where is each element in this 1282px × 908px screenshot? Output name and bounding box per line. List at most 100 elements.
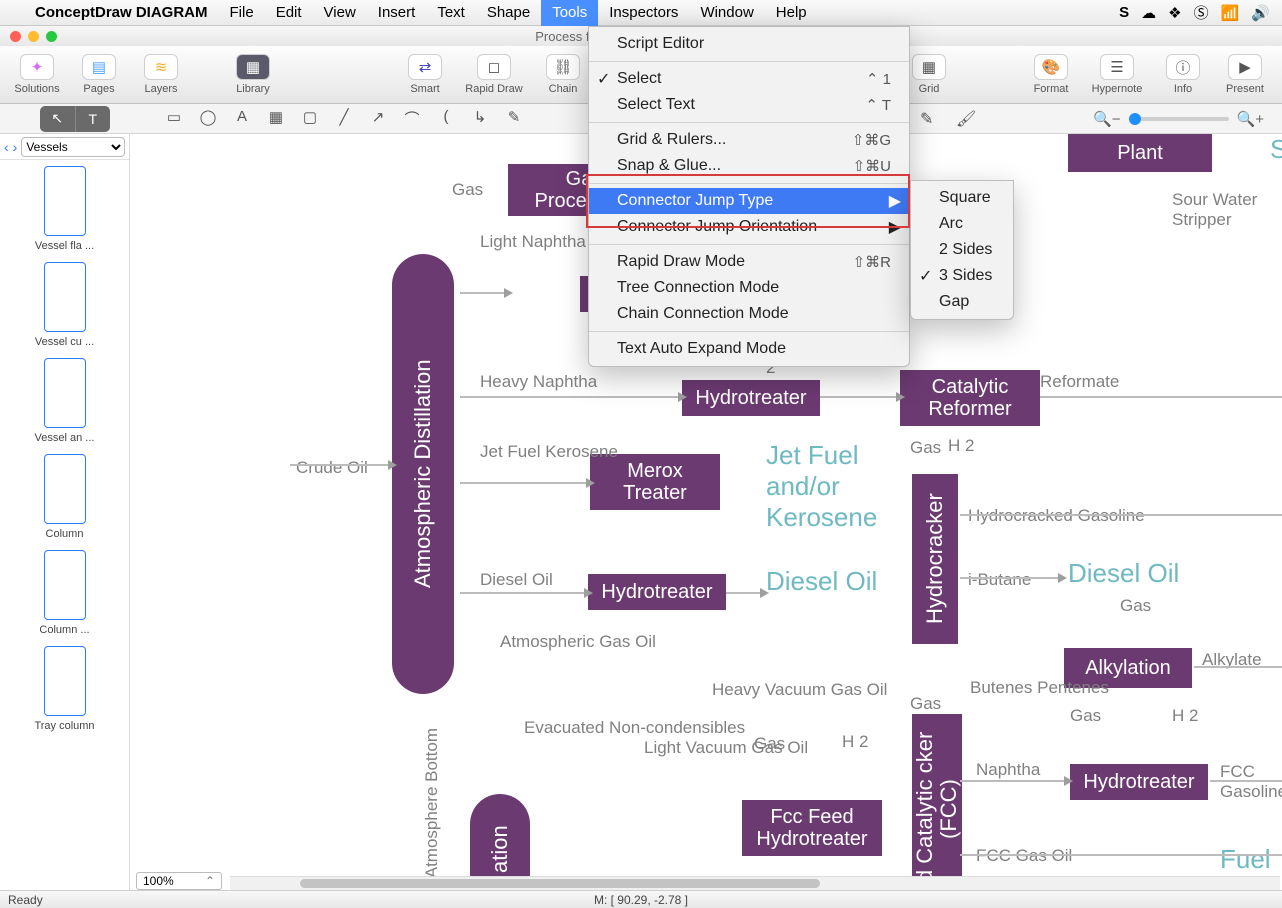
zoom-icon[interactable]: [46, 31, 57, 42]
submenu-item[interactable]: 2 Sides: [911, 237, 1013, 263]
wifi-icon[interactable]: 📶: [1221, 4, 1240, 22]
zoom-in-icon[interactable]: 🔍+: [1237, 110, 1264, 128]
menu-tools[interactable]: Tools: [541, 0, 598, 26]
menu-shape[interactable]: Shape: [476, 0, 541, 26]
hypernote-button[interactable]: ☰Hypernote: [1082, 49, 1152, 101]
rapiddraw-button[interactable]: ◻Rapid Draw: [456, 49, 532, 101]
chain-button[interactable]: ⛓Chain: [532, 49, 594, 101]
pen-tool[interactable]: ✎: [504, 108, 524, 129]
menu-item[interactable]: Snap & Glue...⇧⌘U: [589, 153, 909, 179]
diagram-label: Gas: [910, 438, 941, 458]
menu-item[interactable]: Connector Jump Type▶: [589, 188, 909, 214]
arc-tool[interactable]: (: [436, 108, 456, 129]
shape-library-item[interactable]: Vessel cu ...: [4, 262, 125, 348]
arrow-tool[interactable]: ↗: [368, 108, 388, 129]
diagram-block-hydrocr[interactable]: Hydrocracker: [912, 474, 958, 644]
shape-library-item[interactable]: Column ...: [4, 550, 125, 636]
cloud-icon[interactable]: ☁: [1141, 4, 1156, 22]
eyedropper-icon[interactable]: ✎: [920, 109, 933, 129]
menu-item[interactable]: Grid & Rulers...⇧⌘G: [589, 127, 909, 153]
lib-next-icon[interactable]: ›: [13, 139, 18, 155]
horizontal-scrollbar[interactable]: [230, 876, 1280, 890]
ellipse-tool[interactable]: ◯: [198, 108, 218, 129]
smart-button[interactable]: ⇄Smart: [394, 49, 456, 101]
shape-library-item[interactable]: Column: [4, 454, 125, 540]
curve-tool[interactable]: ⌒: [402, 108, 422, 129]
diagram-label: Naphtha: [976, 760, 1040, 780]
app-name[interactable]: ConceptDraw DIAGRAM: [24, 0, 219, 26]
diagram-block-hydro4[interactable]: Hydrotreater: [1070, 764, 1208, 800]
connector-tool[interactable]: ↳: [470, 108, 490, 129]
shape-library-item[interactable]: Vessel fla ...: [4, 166, 125, 252]
menu-item[interactable]: Rapid Draw Mode⇧⌘R: [589, 249, 909, 275]
submenu-item[interactable]: Square: [911, 185, 1013, 211]
submenu-item[interactable]: Gap: [911, 289, 1013, 315]
diagram-label: FCC Gasoline: [1220, 762, 1282, 802]
text-tool-icon[interactable]: T: [75, 106, 111, 132]
diagram-label: Gas: [452, 180, 483, 200]
menu-edit[interactable]: Edit: [265, 0, 313, 26]
submenu-item[interactable]: Arc: [911, 211, 1013, 237]
menu-item[interactable]: Tree Connection Mode: [589, 275, 909, 301]
close-icon[interactable]: [10, 31, 21, 42]
zoom-select[interactable]: 100%⌃: [136, 872, 222, 890]
menu-item[interactable]: Text Auto Expand Mode: [589, 336, 909, 362]
brush-icon[interactable]: 🖌: [956, 109, 976, 129]
layers-button[interactable]: ≋Layers: [130, 49, 192, 101]
diagram-block-hydro3[interactable]: Hydrotreater: [588, 574, 726, 610]
present-icon: ▶: [1228, 54, 1262, 80]
menu-text[interactable]: Text: [426, 0, 476, 26]
format-button[interactable]: 🎨Format: [1020, 49, 1082, 101]
diagram-block-fcchydro[interactable]: Fcc Feed Hydrotreater: [742, 800, 882, 856]
zoom-out-icon[interactable]: 🔍−: [1093, 110, 1120, 128]
table-tool[interactable]: ▦: [266, 108, 286, 129]
layers-icon: ≋: [144, 54, 178, 80]
frame-tool[interactable]: ▢: [300, 108, 320, 129]
diagram-block-hydro2[interactable]: Hydrotreater: [682, 380, 820, 416]
diagram-block-plant[interactable]: Plant: [1068, 134, 1212, 172]
text-tool[interactable]: A: [232, 108, 252, 129]
pages-button[interactable]: ▤Pages: [68, 49, 130, 101]
menu-insert[interactable]: Insert: [367, 0, 427, 26]
menu-help[interactable]: Help: [765, 0, 818, 26]
menu-item[interactable]: Script Editor: [589, 31, 909, 57]
menu-item[interactable]: Connector Jump Orientation▶: [589, 214, 909, 240]
menu-item[interactable]: Select Text⌃ T: [589, 92, 909, 118]
diagram-label: Light Naphtha: [480, 232, 586, 252]
menu-window[interactable]: Window: [689, 0, 764, 26]
diagram-block-merox[interactable]: Merox Treater: [590, 454, 720, 510]
line-tool[interactable]: ╱: [334, 108, 354, 129]
library-select[interactable]: Vessels: [21, 137, 125, 157]
menu-item[interactable]: ✓Select⌃ 1: [589, 66, 909, 92]
diagram-label: Butenes Pentenes: [970, 678, 1109, 698]
minimize-icon[interactable]: [28, 31, 39, 42]
pointer-icon[interactable]: ↖: [40, 106, 75, 132]
diagram-block-reformer[interactable]: Catalytic Reformer: [900, 370, 1040, 426]
zoom-slider[interactable]: [1129, 117, 1229, 121]
present-button[interactable]: ▶Present: [1214, 49, 1276, 101]
tray-icon[interactable]: ❖: [1168, 4, 1181, 22]
coords: M: [ 90.29, -2.78 ]: [594, 893, 688, 907]
info-button[interactable]: ⓘInfo: [1152, 49, 1214, 101]
selection-mode[interactable]: ↖T: [40, 106, 110, 132]
rect-tool[interactable]: ▭: [164, 108, 184, 129]
diagram-label: H 2: [948, 436, 974, 456]
submenu-item[interactable]: ✓3 Sides: [911, 263, 1013, 289]
diagram-label: Sour Water Stripper: [1172, 190, 1282, 230]
tray-icon[interactable]: S: [1119, 4, 1129, 21]
menu-item[interactable]: Chain Connection Mode: [589, 301, 909, 327]
menu-file[interactable]: File: [219, 0, 265, 26]
shape-library-item[interactable]: Vessel an ...: [4, 358, 125, 444]
skype-icon[interactable]: Ⓢ: [1194, 2, 1209, 23]
volume-icon[interactable]: 🔊: [1251, 4, 1270, 22]
shape-library-item[interactable]: Tray column: [4, 646, 125, 732]
system-tray: S ☁ ❖ Ⓢ 📶 🔊: [1119, 2, 1282, 23]
pages-icon: ▤: [82, 54, 116, 80]
lib-prev-icon[interactable]: ‹: [4, 139, 9, 155]
diagram-block-atm[interactable]: Atmospheric Distillation: [392, 254, 454, 694]
menu-inspectors[interactable]: Inspectors: [598, 0, 689, 26]
solutions-button[interactable]: ✦Solutions: [6, 49, 68, 101]
library-button[interactable]: ▦Library: [222, 49, 284, 101]
status-bar: Ready M: [ 90.29, -2.78 ]: [0, 890, 1282, 908]
menu-view[interactable]: View: [313, 0, 367, 26]
